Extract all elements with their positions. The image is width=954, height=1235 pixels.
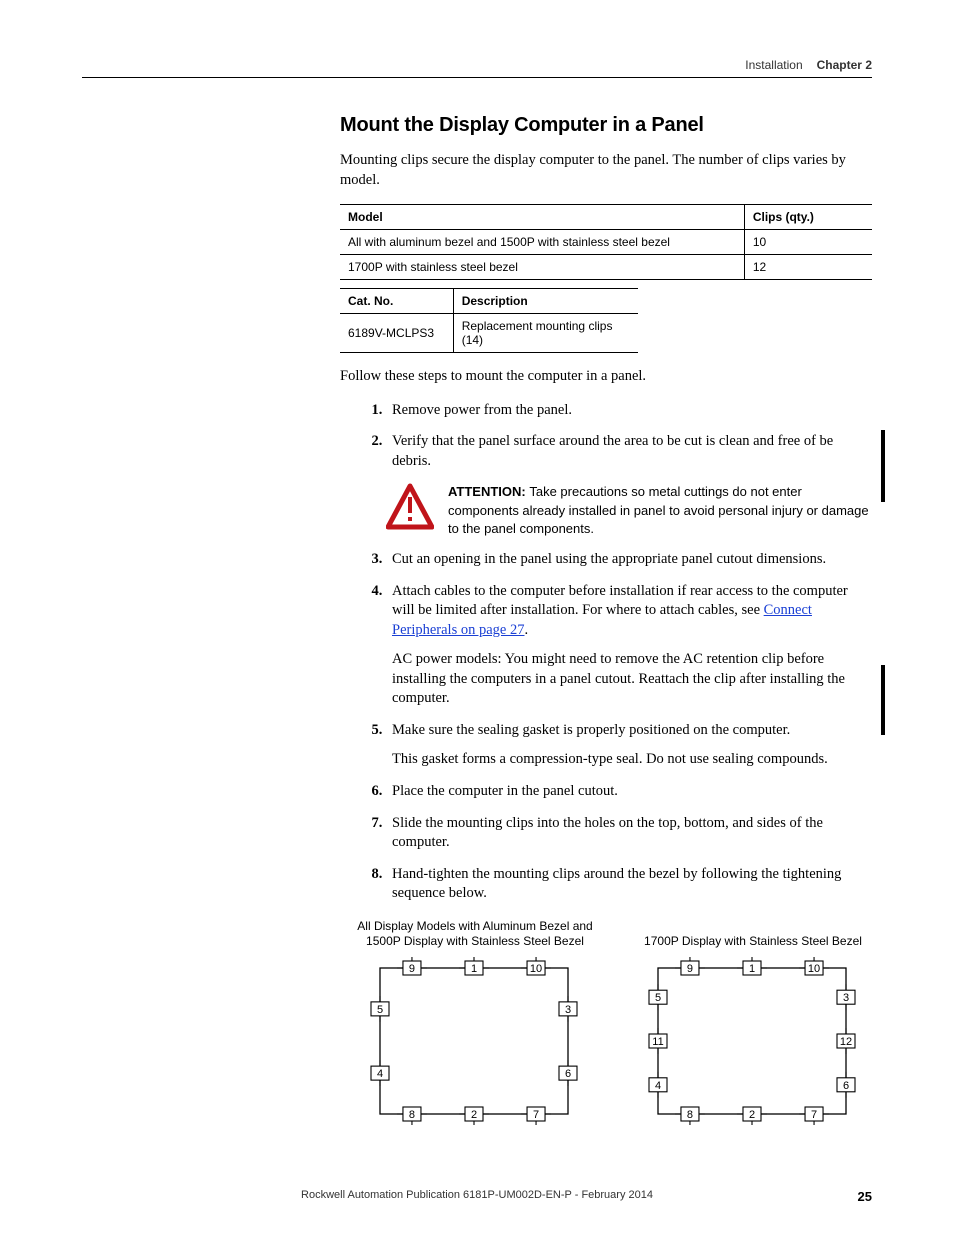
running-header: Installation Chapter 2: [82, 58, 872, 78]
instruction-list: Remove power from the panel. Verify that…: [340, 401, 872, 472]
svg-text:2: 2: [471, 1109, 477, 1121]
intro-paragraph: Mounting clips secure the display comput…: [340, 151, 872, 190]
diagram-left: 9 1 10 5 4 3 6 8 2 7: [356, 956, 592, 1126]
step-1: Remove power from the panel.: [386, 401, 872, 421]
svg-text:8: 8: [409, 1109, 415, 1121]
svg-text:8: 8: [687, 1109, 693, 1121]
svg-text:4: 4: [655, 1080, 661, 1092]
svg-text:3: 3: [565, 1004, 571, 1016]
step-7: Slide the mounting clips into the holes …: [386, 814, 872, 853]
svg-text:12: 12: [840, 1036, 852, 1048]
diagram-right-title: 1700P Display with Stainless Steel Bezel: [634, 918, 872, 950]
main-content: Mount the Display Computer in a Panel Mo…: [340, 78, 872, 1131]
table-row: 6189V-MCLPS3 Replacement mounting clips …: [340, 314, 638, 353]
svg-text:6: 6: [843, 1080, 849, 1092]
svg-text:9: 9: [687, 963, 693, 975]
step-3: Cut an opening in the panel using the ap…: [386, 550, 872, 570]
attention-text: ATTENTION: Take precautions so metal cut…: [448, 483, 872, 538]
step-5-note: This gasket forms a compression-type sea…: [392, 750, 872, 770]
attention-callout: ATTENTION: Take precautions so metal cut…: [386, 483, 872, 538]
step-6: Place the computer in the panel cutout.: [386, 782, 872, 802]
step-4-note: AC power models: You might need to remov…: [392, 650, 872, 709]
tightening-diagrams: All Display Models with Aluminum Bezel a…: [356, 918, 872, 1131]
svg-text:6: 6: [565, 1068, 571, 1080]
svg-text:1: 1: [749, 963, 755, 975]
diagram-right: 9 1 10 5 11 4 3 12 6 8 2 7: [634, 956, 870, 1126]
attention-icon: [386, 483, 434, 531]
svg-text:7: 7: [811, 1109, 817, 1121]
scan-edge-mark: [881, 665, 885, 735]
step-4: Attach cables to the computer before ins…: [386, 582, 872, 709]
table-header: Model: [340, 205, 744, 230]
catalog-table: Cat. No. Description 6189V-MCLPS3 Replac…: [340, 288, 638, 353]
svg-text:9: 9: [409, 963, 415, 975]
header-section: Installation: [745, 58, 802, 72]
svg-text:5: 5: [655, 992, 661, 1004]
instruction-list-cont: Cut an opening in the panel using the ap…: [340, 550, 872, 904]
diagram-left-title: All Display Models with Aluminum Bezel a…: [356, 918, 594, 950]
step-5: Make sure the sealing gasket is properly…: [386, 721, 872, 770]
page-number: 25: [858, 1189, 872, 1204]
svg-text:1: 1: [471, 963, 477, 975]
step-2: Verify that the panel surface around the…: [386, 432, 872, 471]
svg-text:3: 3: [843, 992, 849, 1004]
svg-text:5: 5: [377, 1004, 383, 1016]
header-chapter: Chapter 2: [817, 58, 872, 72]
clips-qty-table: Model Clips (qty.) All with aluminum bez…: [340, 204, 872, 280]
svg-text:10: 10: [530, 963, 542, 975]
svg-text:7: 7: [533, 1109, 539, 1121]
table-header: Clips (qty.): [744, 205, 872, 230]
svg-text:10: 10: [808, 963, 820, 975]
lead-in: Follow these steps to mount the computer…: [340, 367, 872, 387]
page-footer: Rockwell Automation Publication 6181P-UM…: [82, 1189, 872, 1201]
publication-id: Rockwell Automation Publication 6181P-UM…: [301, 1189, 653, 1201]
section-heading: Mount the Display Computer in a Panel: [340, 114, 872, 137]
table-row: 1700P with stainless steel bezel 12: [340, 255, 872, 280]
svg-text:4: 4: [377, 1068, 383, 1080]
table-header: Description: [453, 289, 638, 314]
table-header: Cat. No.: [340, 289, 453, 314]
table-row: All with aluminum bezel and 1500P with s…: [340, 230, 872, 255]
svg-text:2: 2: [749, 1109, 755, 1121]
step-8: Hand-tighten the mounting clips around t…: [386, 865, 872, 904]
scan-edge-mark: [881, 430, 885, 502]
svg-text:11: 11: [652, 1036, 663, 1048]
